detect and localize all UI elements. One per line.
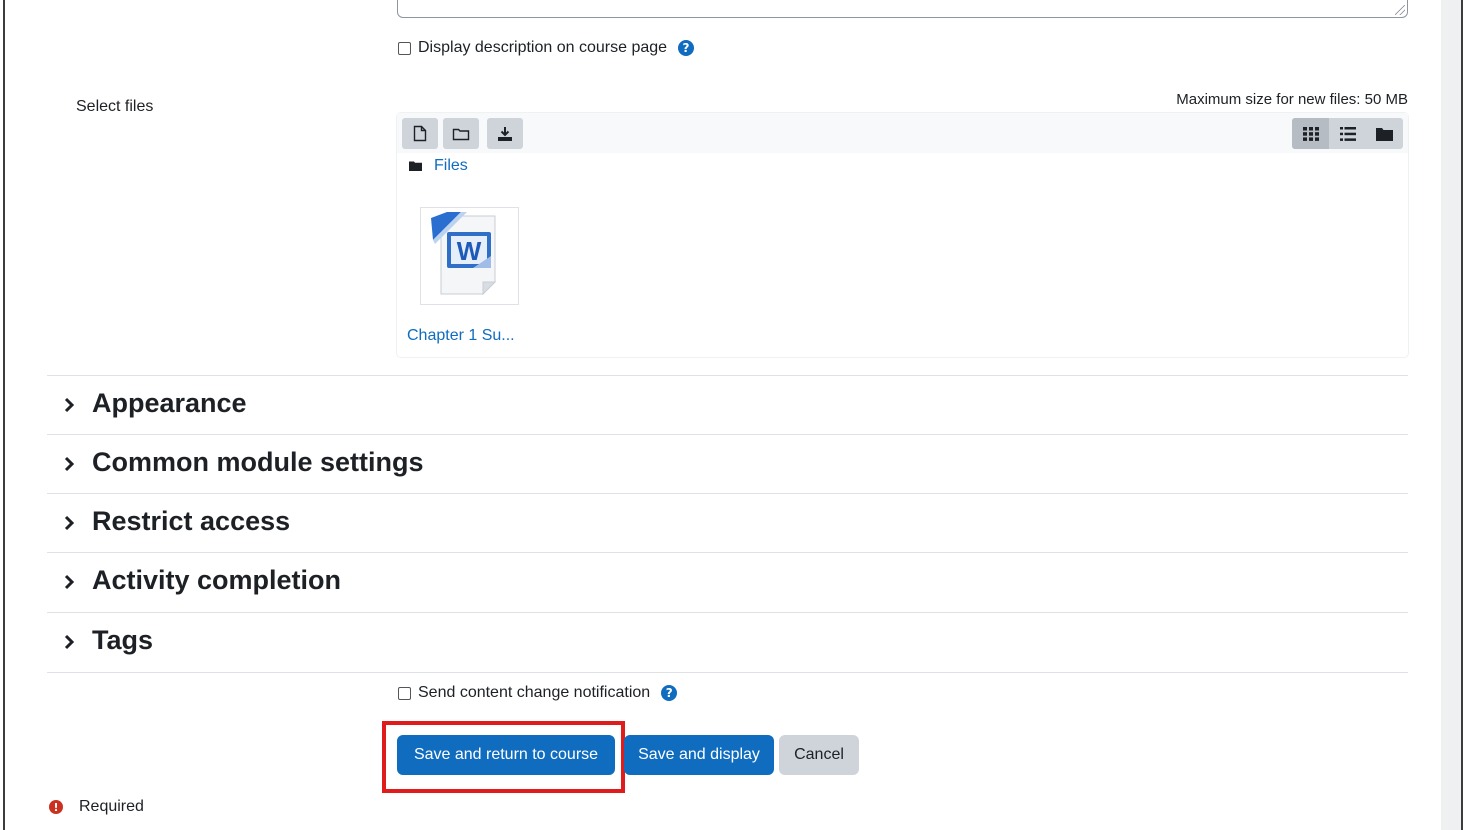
section-title: Tags (92, 625, 154, 655)
display-description-label: Display description on course page (418, 39, 668, 56)
notification-row: Send content change notification ? (398, 684, 678, 702)
section-title: Activity completion (92, 565, 342, 595)
create-folder-icon (452, 128, 470, 140)
resize-grip-icon[interactable] (1395, 5, 1405, 15)
chevron-right-icon (64, 574, 75, 590)
list-view-button[interactable] (1329, 118, 1366, 149)
section-common-module-settings[interactable]: Common module settings (47, 434, 1408, 493)
tree-view-button[interactable] (1366, 118, 1403, 149)
cancel-button[interactable]: Cancel (779, 735, 859, 775)
file-manager-toolbar (397, 113, 1408, 153)
section-restrict-access[interactable]: Restrict access (47, 493, 1408, 552)
download-icon (498, 126, 512, 141)
section-title: Common module settings (92, 447, 424, 477)
word-document-icon: W (431, 212, 497, 296)
download-button[interactable] (487, 118, 523, 149)
add-file-button[interactable] (402, 118, 438, 149)
required-legend: ! Required (49, 798, 144, 816)
chevron-right-icon (64, 397, 75, 413)
section-appearance[interactable]: Appearance (47, 375, 1408, 434)
grid-view-icon (1302, 126, 1319, 141)
file-thumbnail[interactable]: W (420, 207, 519, 305)
svg-text:W: W (457, 236, 482, 266)
divider (47, 672, 1408, 673)
grid-view-button[interactable] (1292, 118, 1329, 149)
description-textarea[interactable] (397, 0, 1408, 18)
display-description-row: Display description on course page ? (398, 39, 695, 57)
help-icon[interactable]: ? (678, 40, 695, 56)
display-description-checkbox[interactable] (398, 41, 411, 55)
page-gutter (1441, 0, 1461, 830)
folder-icon (409, 161, 422, 171)
chevron-right-icon (64, 634, 75, 650)
help-icon[interactable]: ? (661, 685, 678, 701)
tree-view-icon (1376, 127, 1393, 141)
list-view-icon (1339, 126, 1356, 141)
section-tags[interactable]: Tags (47, 612, 1408, 671)
save-and-display-button[interactable]: Save and display (624, 735, 774, 775)
section-title: Appearance (92, 388, 247, 418)
add-file-icon (413, 125, 427, 142)
save-and-return-button[interactable]: Save and return to course (397, 735, 615, 775)
send-notification-label: Send content change notification (418, 684, 651, 701)
required-icon: ! (49, 800, 63, 814)
max-size-text: Maximum size for new files: 50 MB (1176, 91, 1408, 108)
create-folder-button[interactable] (443, 118, 479, 149)
required-label: Required (79, 798, 144, 815)
files-path-link[interactable]: Files (434, 157, 468, 175)
view-mode-group (1292, 118, 1403, 149)
file-name-link[interactable]: Chapter 1 Su... (407, 327, 515, 345)
file-manager: Files W Chapter 1 Su... (397, 113, 1408, 357)
breadcrumb: Files (409, 157, 468, 175)
chevron-right-icon (64, 515, 75, 531)
select-files-label: Select files (76, 98, 154, 115)
section-title: Restrict access (92, 506, 291, 536)
chevron-right-icon (64, 456, 75, 472)
send-notification-checkbox[interactable] (398, 686, 411, 700)
section-activity-completion[interactable]: Activity completion (47, 552, 1408, 611)
